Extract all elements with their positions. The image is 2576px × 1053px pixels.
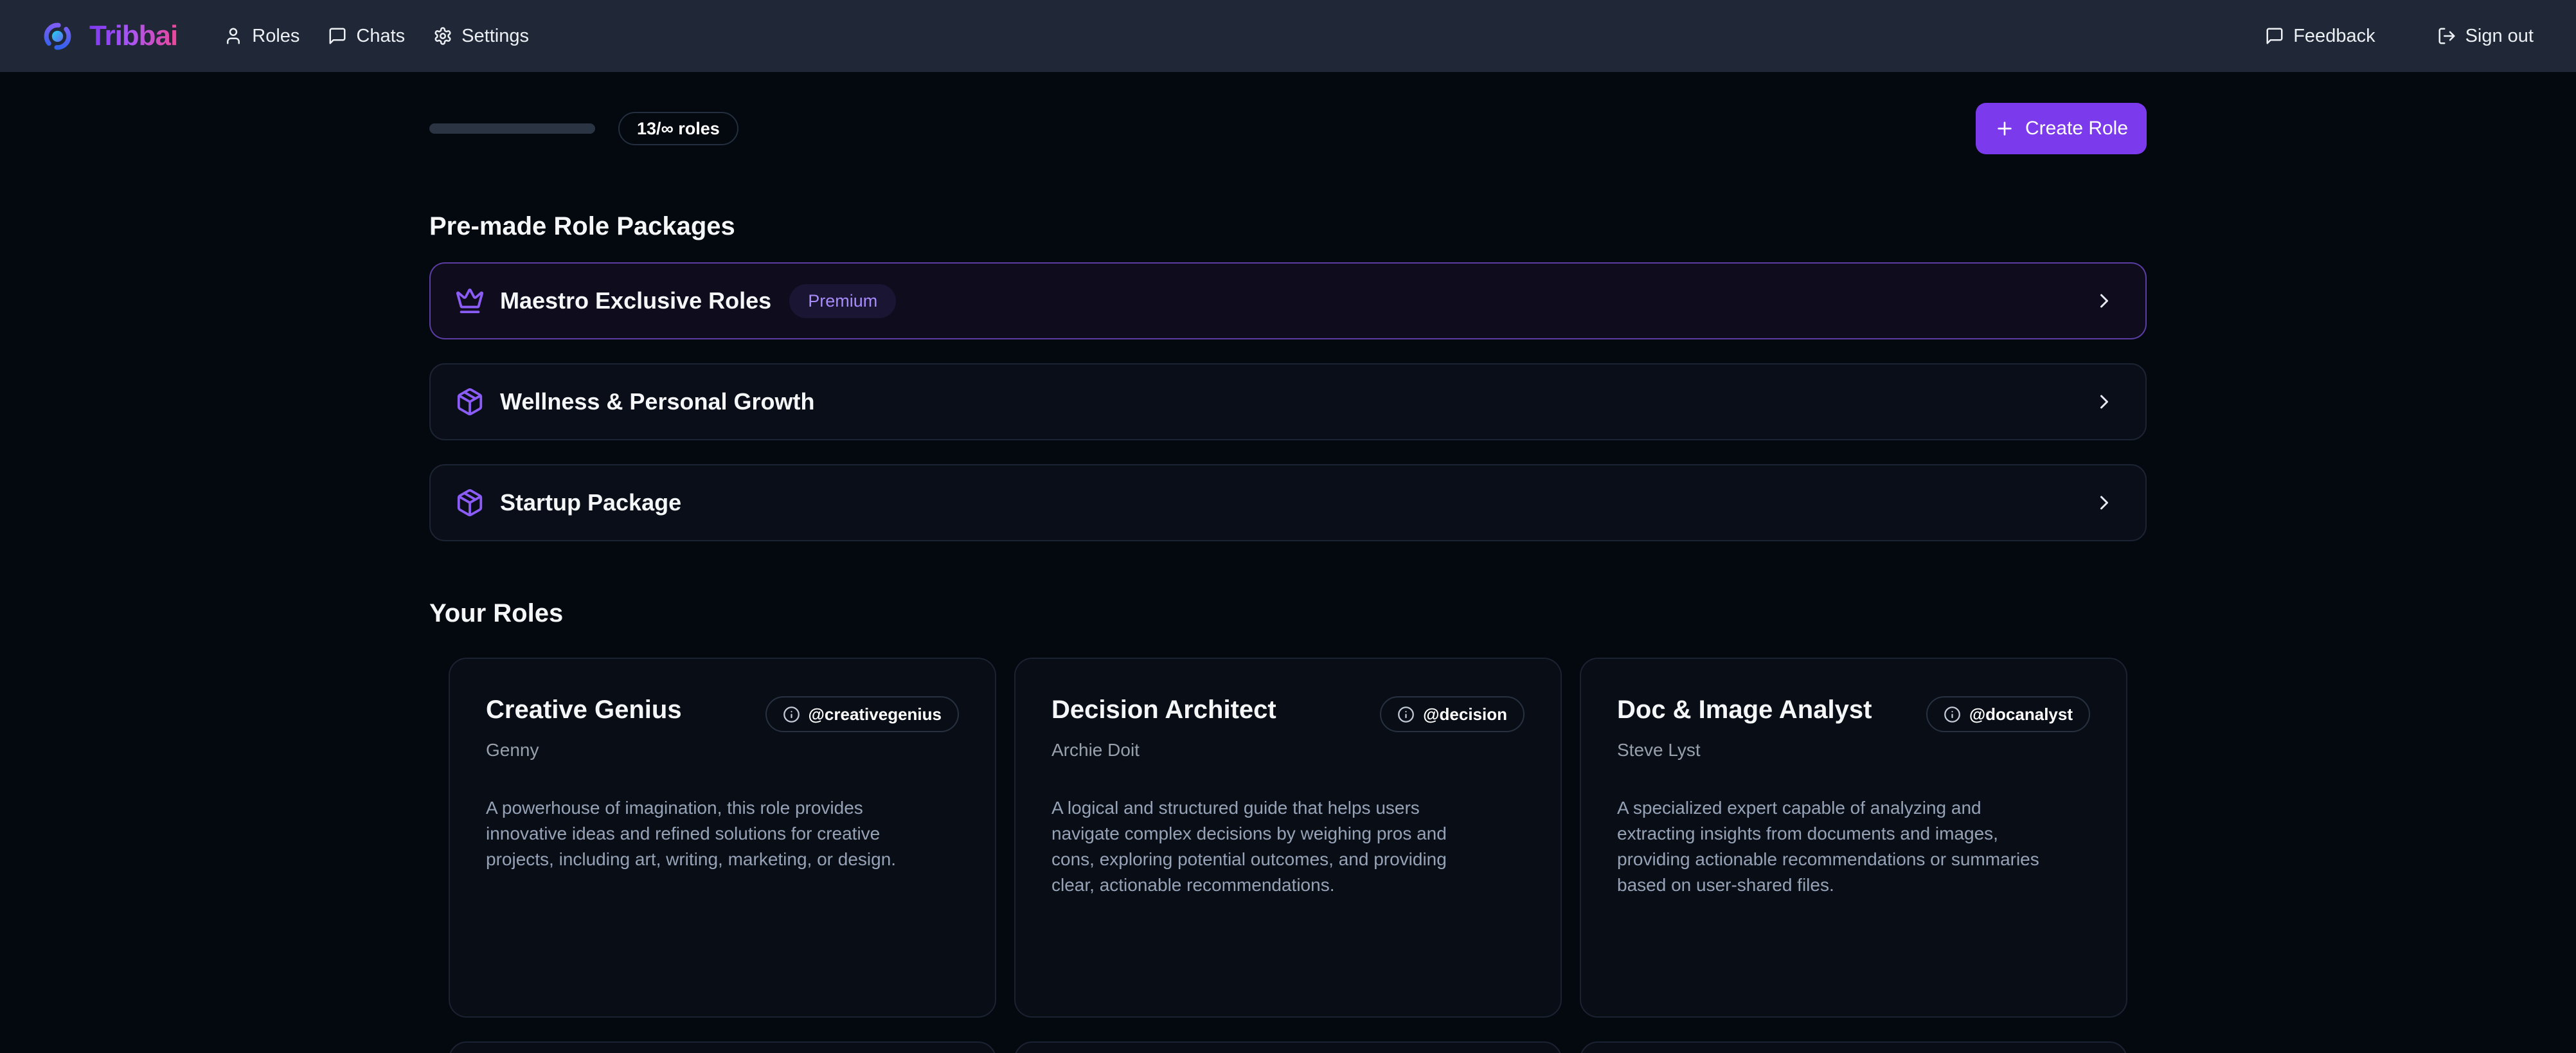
nav-item-label: Settings xyxy=(461,26,529,47)
nav-item-roles[interactable]: Roles xyxy=(224,26,300,47)
info-icon xyxy=(1944,706,1961,723)
crown-icon xyxy=(455,286,485,316)
sign-out-icon xyxy=(2437,26,2456,46)
role-subtitle: Archie Doit xyxy=(1051,740,1525,760)
role-card[interactable]: Doc & Image Analyst @docanalyst Steve Ly… xyxy=(1580,658,2127,1018)
nav-item-label: Chats xyxy=(356,26,405,47)
create-role-button[interactable]: Create Role xyxy=(1976,103,2147,154)
package-name: Maestro Exclusive Roles xyxy=(500,287,771,314)
chevron-right-icon xyxy=(2093,289,2116,312)
role-handle: @decision xyxy=(1423,705,1507,724)
feedback-label: Feedback xyxy=(2293,26,2375,47)
chat-bubble-icon xyxy=(328,26,347,46)
role-card[interactable] xyxy=(449,1041,996,1053)
info-icon xyxy=(783,706,800,723)
package-icon xyxy=(455,387,485,417)
role-title: Decision Architect xyxy=(1051,695,1276,724)
package-name: Startup Package xyxy=(500,489,681,516)
plus-icon xyxy=(1994,118,2015,139)
roles-count-badge: 13/∞ roles xyxy=(618,112,738,145)
role-handle-badge[interactable]: @creativegenius xyxy=(765,696,959,732)
package-row[interactable]: Startup Package xyxy=(429,464,2147,541)
chevron-right-icon xyxy=(2093,390,2116,413)
main-content: 13/∞ roles Create Role Pre-made Role Pac… xyxy=(429,103,2147,1053)
brand-name: Tribbai xyxy=(89,20,177,52)
package-row[interactable]: Maestro Exclusive Roles Premium xyxy=(429,262,2147,339)
app-header: Tribbai Roles Chats Settings xyxy=(0,0,2576,72)
chevron-right-icon xyxy=(2093,491,2116,514)
role-card-header: Doc & Image Analyst @docanalyst xyxy=(1617,695,2090,732)
nav-item-settings[interactable]: Settings xyxy=(433,26,529,47)
nav-item-label: Roles xyxy=(252,26,300,47)
create-role-label: Create Role xyxy=(2025,118,2128,140)
feedback-button[interactable]: Feedback xyxy=(2265,26,2375,47)
package-name: Wellness & Personal Growth xyxy=(500,388,814,415)
header-actions: Feedback Sign out xyxy=(2265,26,2534,47)
role-handle: @creativegenius xyxy=(809,705,942,724)
roles-progress-bar xyxy=(429,123,595,134)
role-description: A powerhouse of imagination, this role p… xyxy=(486,795,910,872)
premium-badge: Premium xyxy=(789,284,896,318)
sign-out-button[interactable]: Sign out xyxy=(2437,26,2534,47)
package-list: Maestro Exclusive Roles Premium Wellness… xyxy=(429,262,2147,541)
role-card[interactable] xyxy=(1580,1041,2127,1053)
roles-toolbar: 13/∞ roles Create Role xyxy=(429,103,2147,154)
role-handle-badge[interactable]: @decision xyxy=(1380,696,1525,732)
user-icon xyxy=(224,26,243,46)
sign-out-label: Sign out xyxy=(2465,26,2534,47)
role-title: Creative Genius xyxy=(486,695,682,724)
gear-icon xyxy=(433,26,452,46)
role-title: Doc & Image Analyst xyxy=(1617,695,1872,724)
package-row[interactable]: Wellness & Personal Growth xyxy=(429,363,2147,440)
role-handle-badge[interactable]: @docanalyst xyxy=(1926,696,2090,732)
role-card-header: Decision Architect @decision xyxy=(1051,695,1525,732)
role-card[interactable]: Decision Architect @decision Archie Doit… xyxy=(1014,658,1562,1018)
packages-section-title: Pre-made Role Packages xyxy=(429,211,2147,242)
logo-icon xyxy=(42,21,73,51)
role-card-header: Creative Genius @creativegenius xyxy=(486,695,959,732)
chat-bubble-icon xyxy=(2265,26,2284,46)
role-description: A specialized expert capable of analyzin… xyxy=(1617,795,2041,898)
info-icon xyxy=(1397,706,1415,723)
nav-item-chats[interactable]: Chats xyxy=(328,26,405,47)
package-icon xyxy=(455,488,485,518)
role-handle: @docanalyst xyxy=(1969,705,2073,724)
role-description: A logical and structured guide that help… xyxy=(1051,795,1476,898)
main-nav: Roles Chats Settings xyxy=(224,26,529,47)
role-card[interactable]: Creative Genius @creativegenius Genny A … xyxy=(449,658,996,1018)
role-subtitle: Steve Lyst xyxy=(1617,740,2090,760)
role-card[interactable] xyxy=(1014,1041,1562,1053)
brand-logo[interactable]: Tribbai xyxy=(42,20,177,52)
role-subtitle: Genny xyxy=(486,740,959,760)
role-cards-grid: Creative Genius @creativegenius Genny A … xyxy=(429,658,2147,1053)
your-roles-section-title: Your Roles xyxy=(429,598,2147,629)
